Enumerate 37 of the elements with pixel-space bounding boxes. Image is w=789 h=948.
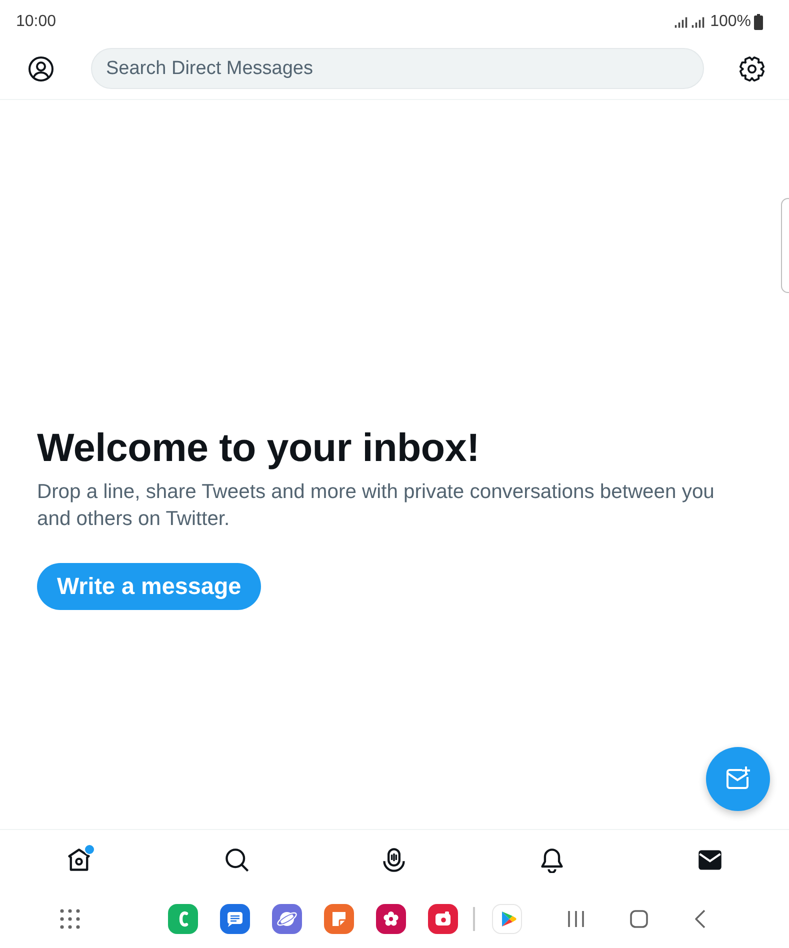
signal-icon (691, 16, 706, 28)
home-icon (66, 847, 92, 873)
recent-apps-button[interactable] (566, 910, 584, 928)
signal-icon (674, 16, 688, 28)
home-button[interactable] (630, 910, 648, 928)
empty-inbox-title: Welcome to your inbox! (37, 425, 481, 471)
spaces-tab[interactable] (381, 847, 408, 873)
profile-button[interactable] (28, 56, 54, 82)
three-lines-icon (566, 910, 584, 928)
microphone-icon (381, 847, 408, 873)
phone-app-icon[interactable] (168, 904, 198, 934)
status-time: 10:00 (16, 12, 56, 32)
search-icon (224, 847, 250, 873)
write-message-button[interactable]: Write a message (37, 563, 262, 610)
settings-button[interactable] (739, 56, 765, 82)
chevron-left-icon (694, 909, 706, 929)
settings-icon (739, 56, 765, 82)
apps-button[interactable] (60, 909, 80, 929)
play-triangle-app-icon[interactable] (492, 904, 522, 934)
rounded-square-icon (630, 910, 648, 928)
search-field[interactable]: Search Direct Messages (91, 48, 704, 89)
flower-app-icon[interactable] (376, 904, 406, 934)
note-app-icon[interactable] (324, 904, 354, 934)
new-message-button[interactable] (706, 747, 770, 811)
profile-icon (28, 56, 54, 82)
battery-percent: 100% (710, 12, 751, 32)
search-tab[interactable] (224, 847, 250, 873)
back-button[interactable] (694, 909, 706, 929)
dot-grid-icon (60, 909, 80, 929)
home-tab[interactable] (66, 847, 92, 873)
planet-app-icon[interactable] (272, 904, 302, 934)
notifications-tab[interactable] (539, 847, 566, 873)
battery-icon (754, 14, 763, 30)
camera-app-icon[interactable] (428, 904, 458, 934)
empty-inbox-description: Drop a line, share Tweets and more with private conversations between you and others on Twitter. (37, 480, 716, 532)
chat-app-icon[interactable] (220, 904, 250, 934)
bell-icon (539, 847, 566, 873)
